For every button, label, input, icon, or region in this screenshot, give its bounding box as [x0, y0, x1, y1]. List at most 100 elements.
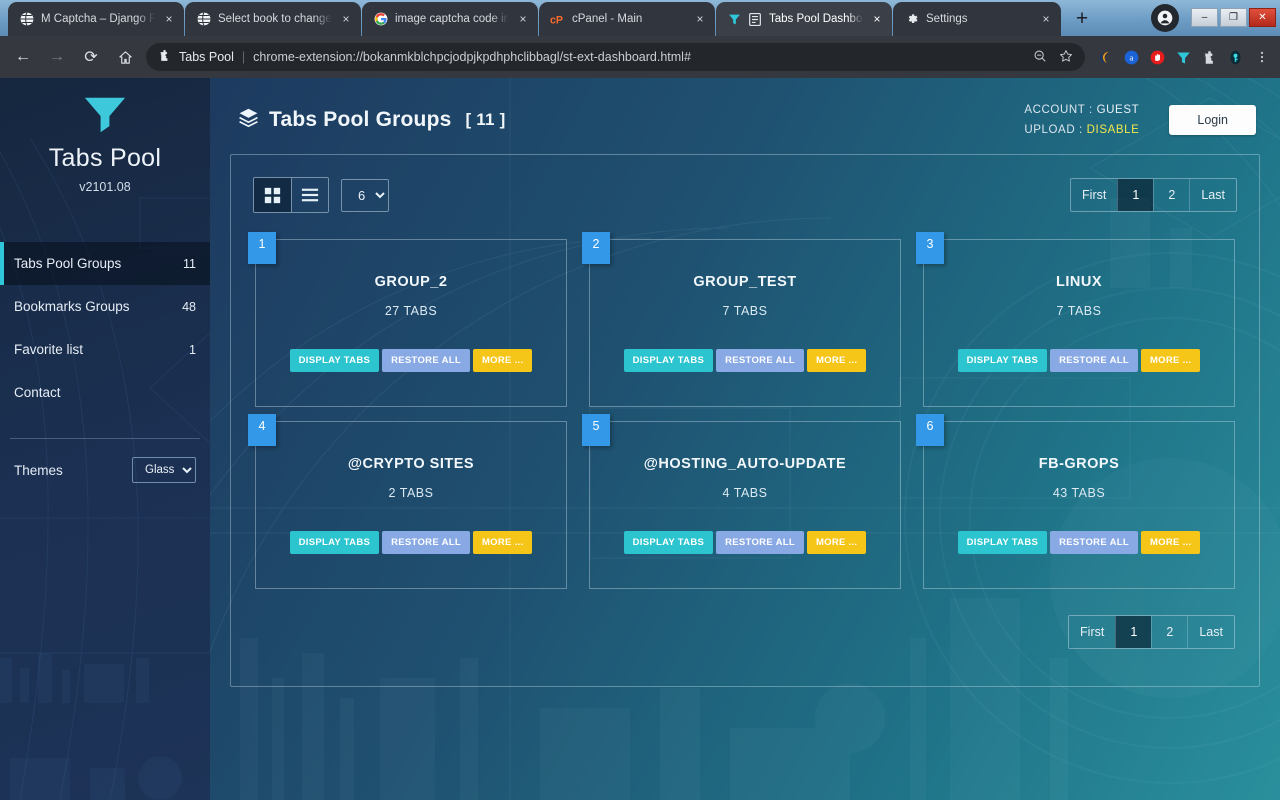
pagination-page-1[interactable]: 1 [1115, 616, 1152, 649]
address-separator: | [241, 50, 246, 64]
sidebar-item-tabs-pool-groups[interactable]: Tabs Pool Groups 11 [0, 242, 210, 285]
login-button[interactable]: Login [1169, 105, 1256, 136]
restore-all-button[interactable]: RESTORE ALL [382, 531, 470, 555]
tabspool-icon[interactable] [1175, 49, 1192, 66]
browser-window: M Captcha – Django RE × Select book to c… [0, 0, 1280, 800]
sidebar-item-contact[interactable]: Contact [0, 371, 210, 414]
close-icon[interactable]: × [1039, 12, 1053, 26]
adblock-icon[interactable] [1149, 49, 1166, 66]
more-button[interactable]: MORE ... [806, 349, 867, 373]
page-header: Tabs Pool Groups [ 11 ] ACCOUNT : GUEST … [230, 78, 1260, 154]
close-icon[interactable]: × [870, 12, 884, 26]
back-icon[interactable]: ← [10, 44, 36, 70]
browser-tab[interactable]: cP cPanel - Main × [539, 2, 715, 36]
group-tab-count: 7 TABS [722, 304, 768, 319]
restore-all-button[interactable]: RESTORE ALL [382, 349, 470, 373]
reload-icon[interactable]: ⟳ [78, 44, 104, 70]
more-button[interactable]: MORE ... [472, 349, 533, 373]
restore-all-button[interactable]: RESTORE ALL [1050, 349, 1138, 373]
cpanel-icon: cP [550, 12, 565, 27]
sidebar-item-count: 48 [182, 299, 196, 314]
sidebar-item-bookmarks-groups[interactable]: Bookmarks Groups 48 [0, 285, 210, 328]
theme-select[interactable]: Glass [132, 457, 196, 483]
pagination-first[interactable]: First [1071, 179, 1117, 211]
globe-icon [196, 12, 211, 27]
globe-icon [19, 12, 34, 27]
svg-text:a: a [1130, 52, 1134, 62]
new-tab-button[interactable]: + [1067, 4, 1097, 34]
more-button[interactable]: MORE ... [1140, 349, 1201, 373]
display-tabs-button[interactable]: DISPLAY TABS [289, 349, 380, 373]
group-tab-count: 43 TABS [1052, 486, 1106, 501]
account-label: ACCOUNT : [1024, 104, 1093, 116]
group-name: GROUP_TEST [693, 274, 797, 291]
pagination-last[interactable]: Last [1187, 616, 1234, 649]
pagination-page-2[interactable]: 2 [1153, 179, 1189, 212]
extension-icons: a [1093, 49, 1270, 66]
honey-icon[interactable] [1097, 49, 1114, 66]
zoom-out-icon[interactable] [1033, 49, 1047, 66]
list-view-icon[interactable] [291, 178, 328, 213]
extension-name: Tabs Pool [179, 50, 234, 64]
group-card[interactable]: 3 LINUX 7 TABS DISPLAY TABS RESTORE ALL … [916, 232, 1235, 408]
display-tabs-button[interactable]: DISPLAY TABS [957, 349, 1048, 373]
address-bar[interactable]: Tabs Pool | chrome-extension://bokanmkbl… [146, 43, 1085, 71]
window-controls: – ❐ ✕ [1191, 8, 1276, 27]
grid-view-icon[interactable] [254, 178, 291, 213]
group-card[interactable]: 6 FB-GROPS 43 TABS DISPLAY TABS RESTORE … [916, 414, 1235, 590]
grammarly-icon[interactable]: a [1123, 49, 1140, 66]
close-icon[interactable]: × [516, 12, 530, 26]
sidebar: Tabs Pool v2101.08 Tabs Pool Groups 11 B… [0, 78, 210, 800]
sidebar-item-count: 11 [183, 256, 196, 271]
close-icon[interactable]: × [339, 12, 353, 26]
tab-title: cPanel - Main [572, 13, 643, 25]
group-card[interactable]: 4 @CRYPTO SITES 2 TABS DISPLAY TABS REST… [248, 414, 567, 590]
restore-all-button[interactable]: RESTORE ALL [716, 349, 804, 373]
star-icon[interactable] [1059, 49, 1073, 66]
browser-tab[interactable]: M Captcha – Django RE × [8, 2, 184, 36]
upload-value: DISABLE [1086, 124, 1140, 137]
browser-tab[interactable]: Select book to change × [185, 2, 361, 36]
sidebar-item-label: Tabs Pool Groups [14, 256, 122, 271]
account-value: GUEST [1096, 104, 1140, 116]
pagination-first[interactable]: First [1069, 616, 1115, 648]
pagination-last[interactable]: Last [1189, 179, 1236, 212]
close-window-button[interactable]: ✕ [1249, 8, 1276, 27]
browser-tab[interactable]: image captcha code in × [362, 2, 538, 36]
tab-title: Settings [926, 13, 968, 25]
puzzle-icon[interactable] [1201, 49, 1218, 66]
sidebar-item-count: 1 [189, 342, 196, 357]
close-icon[interactable]: × [162, 12, 176, 26]
restore-all-button[interactable]: RESTORE ALL [1050, 531, 1138, 555]
home-icon[interactable] [112, 44, 138, 70]
display-tabs-button[interactable]: DISPLAY TABS [623, 531, 714, 555]
display-tabs-button[interactable]: DISPLAY TABS [289, 531, 380, 555]
pagination-page-2[interactable]: 2 [1151, 616, 1187, 649]
groups-panel: 6 First 1 2 Last 1 GROUP_2 27 TABS DISPL… [230, 154, 1260, 688]
group-card[interactable]: 2 GROUP_TEST 7 TABS DISPLAY TABS RESTORE… [582, 232, 901, 408]
profile-avatar[interactable] [1151, 3, 1179, 32]
browser-tab[interactable]: Settings × [893, 2, 1061, 36]
restore-all-button[interactable]: RESTORE ALL [716, 531, 804, 555]
keeper-icon[interactable] [1227, 49, 1244, 66]
tab-title: image captcha code in [395, 13, 509, 25]
display-tabs-button[interactable]: DISPLAY TABS [957, 531, 1048, 555]
group-actions: DISPLAY TABS RESTORE ALL MORE ... [289, 349, 533, 392]
group-card[interactable]: 1 GROUP_2 27 TABS DISPLAY TABS RESTORE A… [248, 232, 567, 408]
sidebar-item-favorite-list[interactable]: Favorite list 1 [0, 328, 210, 371]
funnel-icon [84, 97, 126, 133]
group-card[interactable]: 5 @HOSTING_AUTO-UPDATE 4 TABS DISPLAY TA… [582, 414, 901, 590]
minimize-button[interactable]: – [1191, 8, 1218, 27]
page-size-select[interactable]: 6 [341, 178, 389, 212]
more-button[interactable]: MORE ... [806, 531, 867, 555]
menu-icon[interactable] [1253, 49, 1270, 66]
pagination-page-1[interactable]: 1 [1117, 179, 1154, 212]
display-tabs-button[interactable]: DISPLAY TABS [623, 349, 714, 373]
browser-tab-active[interactable]: Tabs Pool Dashboard × [716, 2, 892, 36]
more-button[interactable]: MORE ... [472, 531, 533, 555]
maximize-button[interactable]: ❐ [1220, 8, 1247, 27]
forward-icon[interactable]: → [44, 44, 70, 70]
more-button[interactable]: MORE ... [1140, 531, 1201, 555]
close-icon[interactable]: × [693, 12, 707, 26]
pagination-bottom-wrap: First 1 2 Last [249, 615, 1241, 650]
